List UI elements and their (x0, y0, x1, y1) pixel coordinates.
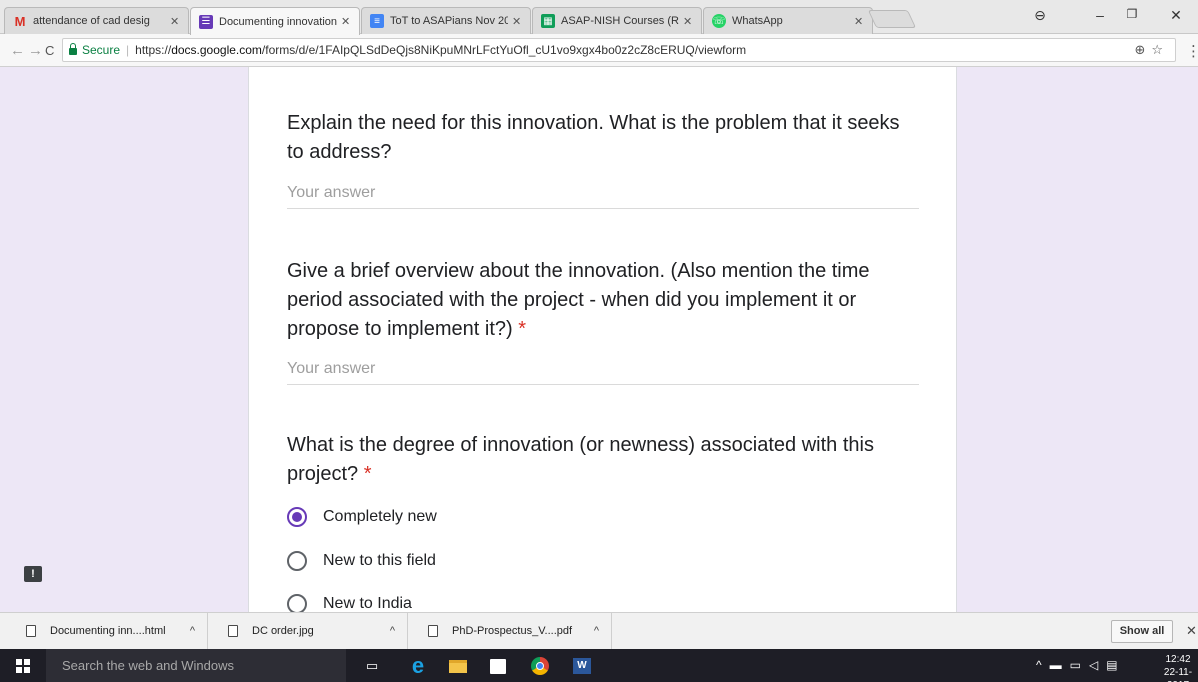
show-all-button[interactable]: Show all (1111, 620, 1173, 643)
system-tray-icons[interactable]: ^▬▭◁▤ (1036, 649, 1126, 682)
option-label: Completely new (323, 508, 437, 525)
tab-gmail[interactable]: M attendance of cad desig ✕ (4, 7, 189, 34)
tab-title: ASAP-NISH Courses (Res (561, 15, 679, 27)
required-asterisk: * (518, 318, 527, 340)
chrome-icon[interactable] (528, 654, 552, 678)
tab-forms[interactable]: ☰ Documenting innovation ✕ (190, 7, 360, 35)
clock-time: 12:42 (1165, 654, 1191, 665)
radio-button[interactable] (287, 551, 307, 571)
store-icon[interactable] (486, 654, 510, 678)
zoom-star-icons[interactable]: ⊕☆ (1134, 42, 1169, 58)
question-text: What is the degree of innovation (or new… (287, 434, 874, 485)
tab-whatsapp[interactable]: ☏ WhatsApp ✕ (703, 7, 873, 34)
taskbar-clock[interactable]: 12:42 22-11-2017 (1158, 653, 1198, 682)
new-tab-button[interactable] (867, 10, 917, 28)
form-card: Explain the need for this innovation. Wh… (248, 67, 957, 612)
file-explorer-icon[interactable] (446, 654, 470, 678)
question-overview: Give a brief overview about the innovati… (287, 257, 917, 344)
close-icon[interactable]: ✕ (341, 15, 353, 28)
address-bar[interactable]: Secure | https://docs.google.com/forms/d… (62, 38, 1176, 62)
edge-icon[interactable]: e (406, 653, 430, 678)
tab-docs[interactable]: ≡ ToT to ASAPians Nov 201 ✕ (361, 7, 531, 34)
back-icon[interactable]: ← (10, 42, 25, 59)
option-label: New to India (323, 595, 412, 612)
word-icon[interactable]: W (570, 654, 594, 678)
answer-need-input[interactable]: Your answer (287, 184, 919, 209)
question-text: Give a brief overview about the innovati… (287, 260, 870, 340)
download-filename: DC order.jpg (252, 625, 314, 637)
restore-icon[interactable]: ❐ (1122, 7, 1142, 21)
browser-toolbar: ← → C Secure | https://docs.google.com/f… (0, 34, 1198, 67)
download-bar: Documenting inn....html ^ DC order.jpg ^… (0, 612, 1198, 649)
close-icon[interactable]: ✕ (683, 15, 695, 28)
download-item[interactable]: Documenting inn....html ^ (0, 613, 208, 649)
task-view-icon[interactable]: ▭ (360, 654, 384, 678)
whatsapp-icon: ☏ (712, 14, 726, 28)
download-item[interactable]: PhD-Prospectus_V....pdf ^ (408, 613, 612, 649)
clock-date: 22-11-2017 (1163, 667, 1193, 682)
tab-sheets[interactable]: ▦ ASAP-NISH Courses (Res ✕ (532, 7, 702, 34)
file-html-icon (26, 625, 36, 637)
close-download-bar-icon[interactable]: ✕ (1186, 623, 1197, 639)
chevron-up-icon[interactable]: ^ (190, 625, 195, 637)
page-viewport: Explain the need for this innovation. Wh… (0, 67, 1198, 612)
file-image-icon (228, 625, 238, 637)
minimize-icon[interactable]: – (1090, 7, 1110, 23)
url-path: /forms/d/e/1FAIpQLSdDeQjs8NiKpuMNrLFctYu… (261, 43, 747, 57)
feedback-icon[interactable]: ! (24, 566, 42, 582)
download-filename: Documenting inn....html (50, 625, 166, 637)
url-prefix: https:// (135, 43, 172, 57)
url-host: docs.google.com (171, 43, 262, 57)
divider: | (126, 43, 130, 57)
forward-icon[interactable]: → (28, 42, 43, 59)
start-button[interactable] (0, 649, 46, 682)
radio-option-new-to-india[interactable]: New to India (287, 594, 412, 612)
secure-indicator[interactable]: Secure (69, 43, 120, 57)
radio-button-selected[interactable] (287, 507, 307, 527)
forms-icon: ☰ (199, 14, 213, 29)
docs-icon: ≡ (370, 14, 384, 28)
chevron-up-icon[interactable]: ^ (594, 625, 599, 637)
radio-option-new-to-field[interactable]: New to this field (287, 551, 436, 571)
close-icon[interactable]: ✕ (512, 15, 524, 28)
gmail-icon: M (14, 13, 26, 29)
download-item[interactable]: DC order.jpg ^ (208, 613, 408, 649)
profile-icon[interactable]: ⊖ (1030, 7, 1050, 24)
url-text: https://docs.google.com/forms/d/e/1FAIpQ… (135, 43, 746, 57)
reload-icon[interactable]: C (45, 43, 54, 58)
menu-icon[interactable]: ⋮ (1186, 42, 1198, 60)
question-degree: What is the degree of innovation (or new… (287, 431, 917, 489)
chevron-up-icon[interactable]: ^ (390, 625, 395, 637)
answer-overview-input[interactable]: Your answer (287, 360, 919, 385)
option-label: New to this field (323, 552, 436, 569)
tab-title: attendance of cad desig (33, 15, 150, 27)
tab-title: ToT to ASAPians Nov 201 (390, 15, 508, 27)
taskbar-search-box[interactable]: Search the web and Windows (46, 649, 346, 682)
close-icon[interactable]: ✕ (170, 15, 182, 28)
window-close-icon[interactable]: ✕ (1166, 7, 1186, 24)
tab-title: WhatsApp (732, 15, 783, 27)
windows-logo-icon (16, 658, 30, 673)
close-icon[interactable]: ✕ (854, 15, 866, 28)
question-need: Explain the need for this innovation. Wh… (287, 112, 900, 163)
download-filename: PhD-Prospectus_V....pdf (452, 625, 573, 637)
required-asterisk: * (363, 463, 372, 485)
secure-label: Secure (82, 43, 121, 57)
radio-button[interactable] (287, 594, 307, 612)
radio-option-completely-new[interactable]: Completely new (287, 507, 437, 527)
tab-title: Documenting innovation (219, 15, 337, 28)
sheets-icon: ▦ (541, 14, 555, 28)
tab-strip: M attendance of cad desig ✕ ☰ Documentin… (0, 0, 1198, 35)
file-pdf-icon (428, 625, 438, 637)
windows-taskbar: Search the web and Windows ▭ e W ^▬▭◁▤ 1… (0, 649, 1198, 682)
lock-icon (69, 43, 77, 55)
